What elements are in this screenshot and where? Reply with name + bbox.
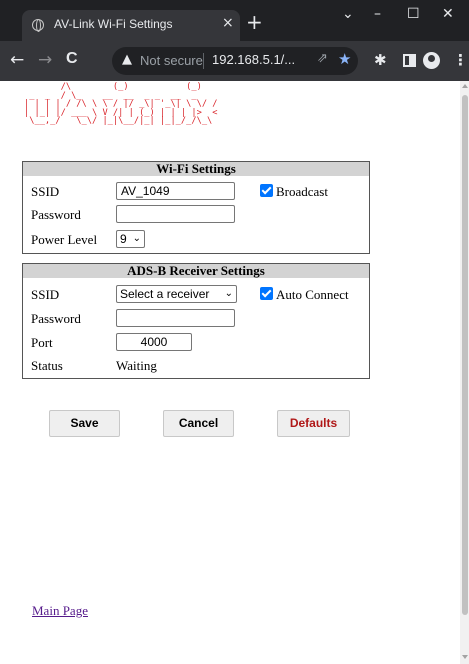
adsb-ssid-label: SSID: [31, 287, 60, 302]
tab-close-icon[interactable]: ×: [222, 15, 234, 31]
share-icon[interactable]: ⇗: [317, 51, 328, 66]
adsb-password-label: Password: [31, 311, 81, 326]
maximize-icon[interactable]: ☐: [407, 6, 420, 22]
browser-tab[interactable]: AV-Link Wi-Fi Settings ×: [22, 10, 240, 41]
minimize-icon[interactable]: –: [374, 6, 381, 22]
profile-avatar-icon[interactable]: [423, 52, 440, 69]
browser-menu-icon[interactable]: ⋮: [453, 51, 468, 69]
window-close-icon[interactable]: ✕: [442, 6, 454, 22]
port-input[interactable]: 4000: [116, 333, 192, 351]
auto-connect-checkbox[interactable]: [260, 287, 273, 300]
address-divider: [203, 53, 204, 69]
receiver-select[interactable]: Select a receiver ⌄: [116, 285, 237, 303]
status-value: Waiting: [116, 358, 157, 373]
not-secure-label[interactable]: Not secure: [140, 53, 203, 68]
wifi-password-input[interactable]: [116, 205, 235, 223]
wifi-ssid-input[interactable]: AV_1049: [116, 182, 235, 200]
power-level-label: Power Level: [31, 232, 98, 247]
new-tab-icon[interactable]: +: [246, 12, 263, 32]
reload-icon[interactable]: C: [66, 50, 78, 68]
chevron-down-icon: ⌄: [224, 288, 233, 299]
browser-toolbar: ← → C ▲ Not secure 192.168.5.1/... ⇗ ★ ✱…: [0, 41, 469, 81]
auto-connect-label: Auto Connect: [276, 287, 349, 302]
tab-title: AV-Link Wi-Fi Settings: [54, 17, 173, 31]
adsb-settings-heading: ADS-B Receiver Settings: [23, 264, 369, 278]
warning-icon[interactable]: ▲: [122, 52, 132, 67]
receiver-select-value: Select a receiver: [120, 287, 210, 301]
globe-icon: [32, 19, 44, 32]
tab-search-icon[interactable]: ⌄: [342, 6, 354, 22]
page-scrollbar[interactable]: [460, 81, 469, 664]
status-label: Status: [31, 358, 63, 373]
bookmark-star-icon[interactable]: ★: [338, 50, 351, 68]
wifi-settings-heading: Wi-Fi Settings: [23, 162, 369, 176]
side-panel-icon[interactable]: [403, 54, 416, 67]
browser-titlebar: AV-Link Wi-Fi Settings × + ⌄ – ☐ ✕: [0, 0, 469, 41]
back-icon[interactable]: ←: [10, 50, 24, 70]
scroll-down-arrow-icon[interactable]: [462, 655, 468, 659]
scrollbar-thumb[interactable]: [462, 95, 468, 615]
wifi-ssid-label: SSID: [31, 184, 60, 199]
scroll-up-arrow-icon[interactable]: [462, 84, 468, 88]
chevron-down-icon: ⌄: [132, 233, 141, 244]
wifi-password-label: Password: [31, 207, 81, 222]
broadcast-checkbox[interactable]: [260, 184, 273, 197]
main-page-link[interactable]: Main Page: [32, 603, 88, 619]
save-button[interactable]: Save: [49, 410, 120, 437]
extensions-icon[interactable]: ✱: [374, 51, 387, 69]
avionix-ascii-logo: /\ (_) (_) _ _ / \_ __ __ _ _ __ _ | | |…: [24, 82, 218, 127]
forward-icon[interactable]: →: [38, 50, 52, 70]
adsb-settings-panel: ADS-B Receiver Settings SSID Select a re…: [22, 263, 370, 379]
wifi-settings-panel: Wi-Fi Settings SSID AV_1049 Broadcast Pa…: [22, 161, 370, 254]
power-level-select[interactable]: 9 ⌄: [116, 230, 145, 248]
url-text[interactable]: 192.168.5.1/...: [212, 52, 295, 67]
adsb-password-input[interactable]: [116, 309, 235, 327]
defaults-button[interactable]: Defaults: [277, 410, 350, 437]
broadcast-label: Broadcast: [276, 184, 328, 199]
port-label: Port: [31, 335, 53, 350]
cancel-button[interactable]: Cancel: [163, 410, 234, 437]
power-level-value: 9: [120, 232, 127, 246]
address-bar[interactable]: ▲ Not secure 192.168.5.1/... ⇗ ★: [112, 47, 358, 75]
